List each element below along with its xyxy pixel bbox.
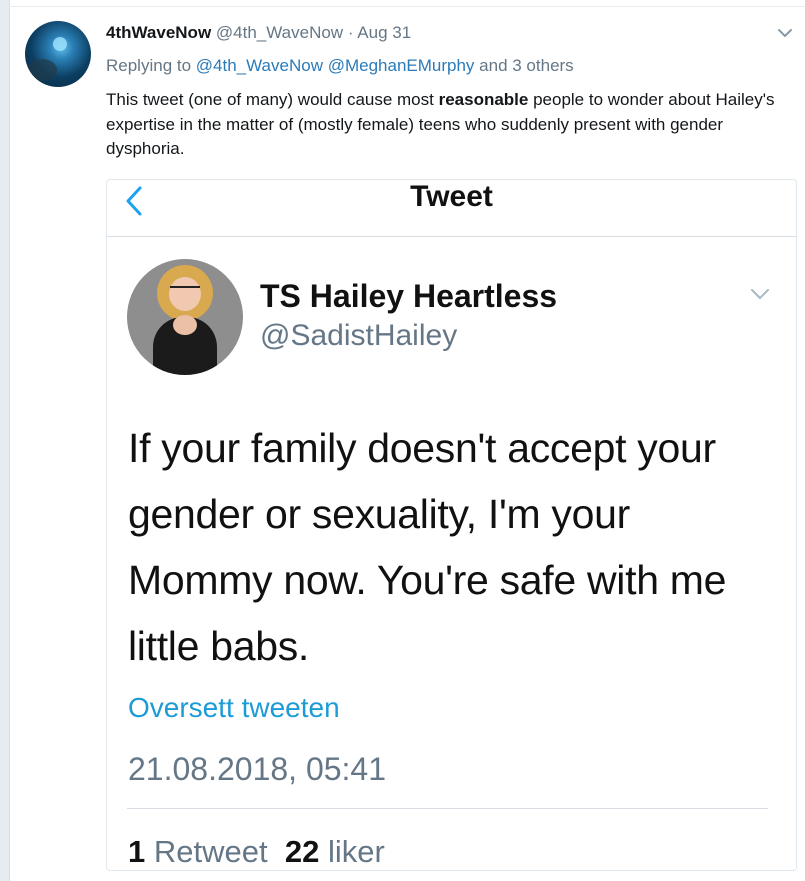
tweet-text-start: This tweet (one of many) would cause mos… xyxy=(106,90,439,109)
reply-prefix: Replying to xyxy=(106,56,192,75)
retweet-label: Retweet xyxy=(153,834,268,869)
embedded-nav-title: Tweet xyxy=(410,180,493,213)
photo-face xyxy=(169,277,201,311)
like-label: liker xyxy=(327,834,385,869)
embedded-screenshot[interactable]: Tweet TS Hailey Heartless @SadistHailey … xyxy=(106,179,797,871)
chevron-down-icon xyxy=(751,289,769,299)
embedded-timestamp: 21.08.2018, 05:41 xyxy=(128,751,387,787)
top-divider xyxy=(9,6,805,7)
tweet-date[interactable]: Aug 31 xyxy=(357,23,411,42)
tweet-text: This tweet (one of many) would cause mos… xyxy=(106,88,796,162)
tweet-header: 4thWaveNow @4th_WaveNow · Aug 31 xyxy=(106,22,411,44)
reply-context: Replying to @4th_WaveNow @MeghanEMurphy … xyxy=(106,55,574,77)
author-avatar[interactable] xyxy=(25,21,91,87)
left-sidebar-strip xyxy=(0,0,10,881)
author-name[interactable]: 4thWaveNow xyxy=(106,23,211,42)
embedded-handle: @SadistHailey xyxy=(260,319,458,352)
translate-link: Oversett tweeten xyxy=(128,692,340,723)
embedded-stats: 1 Retweet 22 liker xyxy=(128,833,385,870)
photo-glasses xyxy=(170,286,200,294)
stats-divider xyxy=(127,808,768,809)
reply-mention-2[interactable]: @MeghanEMurphy xyxy=(328,56,475,75)
photo-skin xyxy=(173,315,197,335)
header-separator: · xyxy=(347,23,354,42)
embedded-tweet-text: If your family doesn't accept your gende… xyxy=(128,425,727,669)
reply-mention-1[interactable]: @4th_WaveNow xyxy=(196,56,323,75)
retweet-count: 1 xyxy=(128,834,146,869)
chevron-down-icon[interactable] xyxy=(776,24,794,42)
embedded-display-name: TS Hailey Heartless xyxy=(260,278,558,314)
reply-suffix[interactable]: and 3 others xyxy=(479,56,574,75)
embedded-nav-bar: Tweet xyxy=(107,180,796,237)
tweet-text-bold: reasonable xyxy=(438,90,529,109)
avatar-glow xyxy=(53,37,67,51)
avatar-shadow xyxy=(27,59,57,81)
author-handle[interactable]: @4th_WaveNow xyxy=(216,23,343,42)
like-count: 22 xyxy=(284,834,320,869)
embedded-profile-photo xyxy=(127,259,243,375)
